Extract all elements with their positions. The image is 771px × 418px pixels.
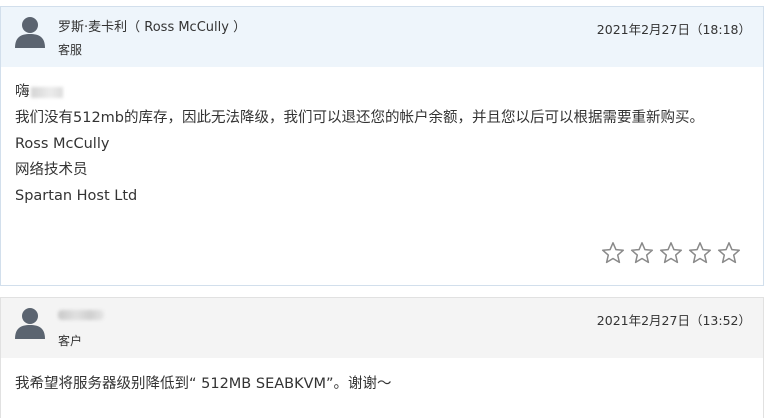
star-outline-icon[interactable]	[601, 241, 625, 265]
greeting-line: 嗨	[15, 79, 749, 105]
author-role: 客服	[58, 43, 83, 57]
star-outline-icon[interactable]	[630, 241, 654, 265]
reply-header: 罗斯·麦卡利（ Ross McCully ） 客服 2021年2月27日（18:…	[1, 7, 763, 67]
reply-rating	[601, 241, 741, 265]
signature-title: 网络技术员	[15, 162, 88, 178]
star-outline-icon[interactable]	[659, 241, 683, 265]
user-avatar-icon	[14, 15, 46, 49]
reply-body: 我希望将服务器级别降低到“ 512MB SEABKVM”。谢谢～	[1, 358, 763, 397]
reply-message: 我希望将服务器级别降低到“ 512MB SEABKVM”。谢谢～	[15, 376, 392, 392]
greeting-text: 嗨	[15, 84, 30, 100]
client-reply-card: 客户 2021年2月27日（13:52） 我希望将服务器级别降低到“ 512MB…	[0, 297, 764, 418]
redacted-name	[30, 86, 63, 98]
reply-date: 2021年2月27日（18:18）	[596, 22, 751, 37]
star-outline-icon[interactable]	[717, 241, 741, 265]
signature-name: Ross McCully	[15, 136, 110, 152]
reply-header: 客户 2021年2月27日（13:52）	[1, 298, 763, 358]
user-avatar-icon	[14, 306, 46, 340]
ticket-thread: 罗斯·麦卡利（ Ross McCully ） 客服 2021年2月27日（18:…	[0, 0, 771, 418]
reply-date: 2021年2月27日（13:52）	[596, 313, 751, 328]
reply-body: 嗨 我们没有512mb的库存，因此无法降级，我们可以退还您的帐户余额，并且您以后…	[1, 67, 763, 209]
redacted-author	[58, 309, 104, 320]
author-name-redacted	[58, 307, 104, 322]
signature-company: Spartan Host Ltd	[15, 188, 138, 204]
author-role: 客户	[58, 334, 83, 348]
reply-message: 我们没有512mb的库存，因此无法降级，我们可以退还您的帐户余额，并且您以后可以…	[15, 110, 705, 126]
author-name: 罗斯·麦卡利（ Ross McCully ）	[58, 20, 247, 35]
staff-reply-card: 罗斯·麦卡利（ Ross McCully ） 客服 2021年2月27日（18:…	[0, 6, 764, 286]
star-outline-icon[interactable]	[688, 241, 712, 265]
